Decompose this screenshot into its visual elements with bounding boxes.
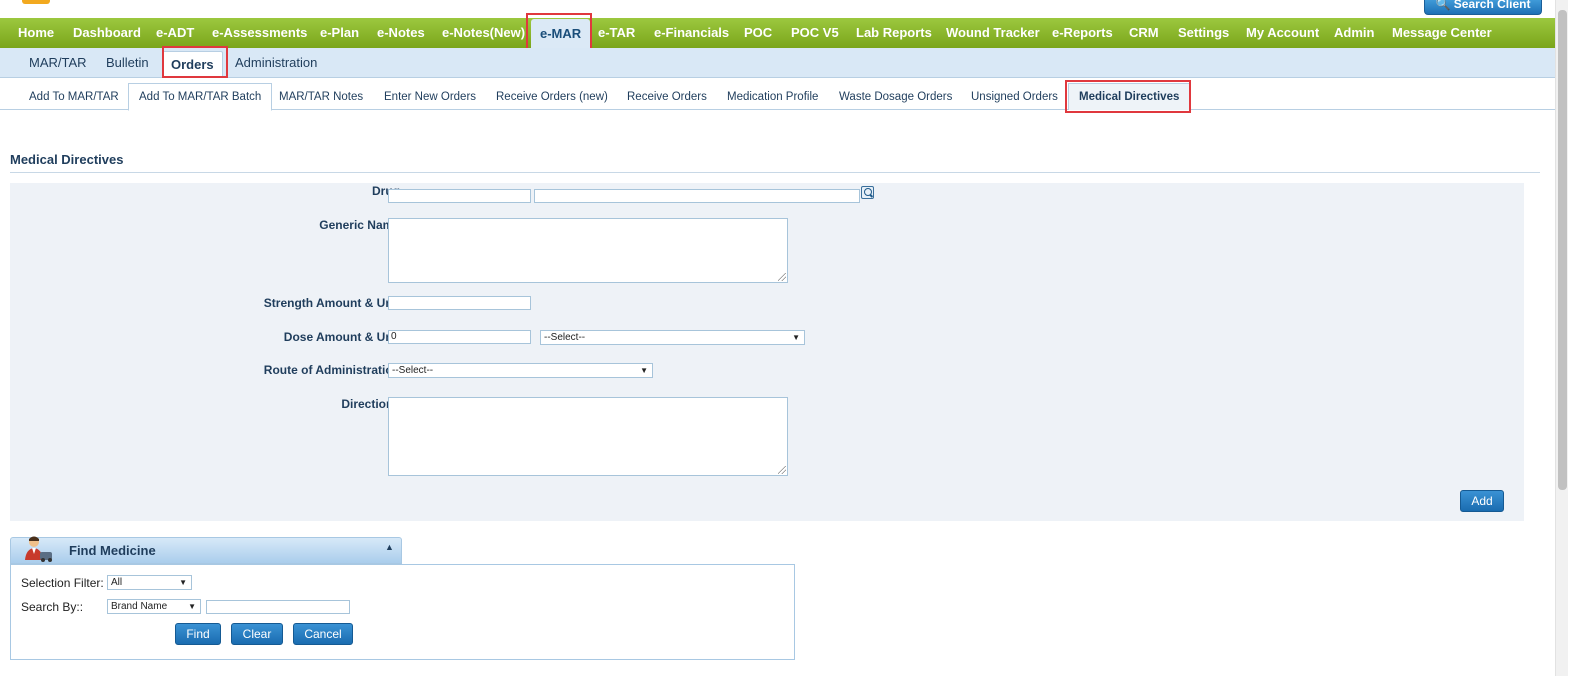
selection-filter-label: Selection Filter: (21, 576, 104, 590)
add-button[interactable]: Add (1460, 490, 1504, 512)
route-label: Route of Administration (263, 363, 400, 377)
pharmacist-icon (25, 536, 52, 562)
dropdown-arrow-icon: ▼ (640, 366, 648, 375)
resize-grip-icon[interactable] (778, 466, 786, 474)
tab-enter-new-orders[interactable]: Enter New Orders (384, 85, 476, 109)
search-by-label: Search By:: (21, 600, 84, 614)
subnav-administration[interactable]: Administration (235, 48, 317, 77)
generic-name-textarea[interactable] (388, 218, 788, 283)
strength-input[interactable] (388, 296, 531, 310)
dropdown-arrow-icon: ▼ (179, 578, 187, 587)
right-margin (1568, 0, 1596, 676)
drug-code-input[interactable] (388, 189, 531, 203)
strength-label: Strength Amount & Unit (263, 296, 400, 310)
nav-home[interactable]: Home (18, 18, 54, 48)
nav-message-center[interactable]: Message Center (1392, 18, 1492, 48)
orders-tabs: Add To MAR/TAR Add To MAR/TAR Batch MAR/… (0, 78, 1555, 111)
nav-settings[interactable]: Settings (1178, 18, 1229, 48)
tab-add-to-mar-tar-batch[interactable]: Add To MAR/TAR Batch (128, 83, 273, 111)
nav-poc-v5[interactable]: POC V5 (791, 18, 839, 48)
directions-textarea[interactable] (388, 397, 788, 476)
sub-nav: MAR/TAR Bulletin Orders Administration (0, 48, 1555, 78)
search-icon: 🔍 (1435, 0, 1454, 11)
nav-e-financials[interactable]: e-Financials (654, 18, 729, 48)
nav-e-adt[interactable]: e-ADT (156, 18, 194, 48)
search-client-button[interactable]: 🔍 Search Client (1424, 0, 1542, 15)
tab-medical-directives[interactable]: Medical Directives (1068, 83, 1191, 110)
tab-medication-profile[interactable]: Medication Profile (727, 85, 818, 109)
subnav-orders[interactable]: Orders (162, 51, 223, 78)
find-medicine-panel: Selection Filter: All ▼ Search By:: Brand… (10, 564, 795, 660)
scrollbar-thumb[interactable] (1558, 10, 1567, 490)
nav-e-notes-new[interactable]: e-Notes(New) (442, 18, 525, 48)
nav-e-mar[interactable]: e-MAR (531, 19, 591, 48)
nav-e-assessments[interactable]: e-Assessments (212, 18, 307, 48)
nav-e-tar[interactable]: e-TAR (598, 18, 635, 48)
main-nav: Home Dashboard e-ADT e-Assessments e-Pla… (0, 18, 1555, 48)
find-medicine-header[interactable]: Find Medicine ▲ (10, 536, 402, 564)
clear-button[interactable]: Clear (231, 623, 283, 645)
app-logo (22, 0, 50, 4)
find-button[interactable]: Find (175, 623, 221, 645)
dropdown-arrow-icon: ▼ (188, 602, 196, 611)
title-divider (10, 172, 1540, 173)
nav-e-reports[interactable]: e-Reports (1052, 18, 1113, 48)
top-strip: 🔍 Search Client (0, 0, 1596, 18)
nav-crm[interactable]: CRM (1129, 18, 1159, 48)
nav-admin[interactable]: Admin (1334, 18, 1374, 48)
selection-filter-select[interactable]: All ▼ (107, 575, 192, 590)
tab-unsigned-orders[interactable]: Unsigned Orders (971, 85, 1058, 109)
route-select[interactable]: --Select-- ▼ (388, 363, 653, 378)
search-text-input[interactable] (206, 600, 350, 614)
nav-my-account[interactable]: My Account (1246, 18, 1319, 48)
dose-label: Dose Amount & Unit (283, 330, 400, 344)
collapse-up-icon[interactable]: ▲ (385, 542, 394, 552)
drug-lookup-icon[interactable] (861, 186, 874, 199)
tab-mar-tar-notes[interactable]: MAR/TAR Notes (279, 85, 363, 109)
subnav-mar-tar[interactable]: MAR/TAR (29, 48, 87, 77)
dose-amount-input[interactable]: 0 (388, 330, 531, 344)
nav-lab-reports[interactable]: Lab Reports (856, 18, 932, 48)
nav-wound-tracker[interactable]: Wound Tracker (946, 18, 1040, 48)
subnav-bulletin[interactable]: Bulletin (106, 48, 149, 77)
find-medicine-title: Find Medicine (69, 543, 156, 558)
tab-add-to-mar-tar[interactable]: Add To MAR/TAR (29, 85, 119, 109)
resize-grip-icon[interactable] (778, 273, 786, 281)
dose-unit-select[interactable]: --Select-- ▼ (540, 330, 805, 345)
search-by-select[interactable]: Brand Name ▼ (107, 599, 201, 614)
nav-dashboard[interactable]: Dashboard (73, 18, 141, 48)
tab-waste-dosage-orders[interactable]: Waste Dosage Orders (839, 85, 952, 109)
nav-e-notes[interactable]: e-Notes (377, 18, 425, 48)
nav-poc[interactable]: POC (744, 18, 772, 48)
page-scrollbar[interactable] (1555, 0, 1569, 676)
dropdown-arrow-icon: ▼ (792, 333, 800, 342)
cancel-button[interactable]: Cancel (293, 623, 353, 645)
page-title: Medical Directives (10, 152, 124, 167)
drug-name-input[interactable] (534, 189, 860, 203)
tab-receive-orders[interactable]: Receive Orders (627, 85, 707, 109)
nav-e-plan[interactable]: e-Plan (320, 18, 359, 48)
tab-receive-orders-new[interactable]: Receive Orders (new) (496, 85, 608, 109)
